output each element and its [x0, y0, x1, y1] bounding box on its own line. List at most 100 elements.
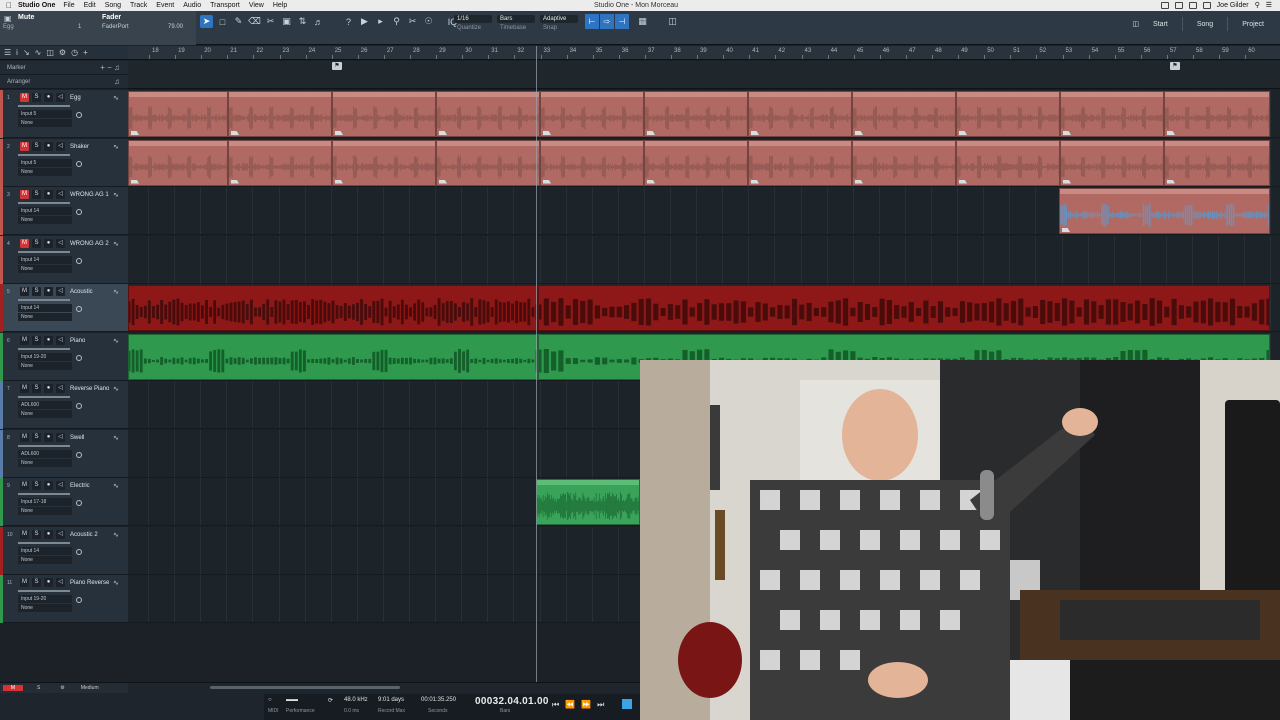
track-lane[interactable] — [128, 187, 1280, 235]
monitor-icon[interactable]: ◁ — [56, 238, 65, 248]
add-track-icon[interactable]: + — [83, 48, 88, 57]
quantize-select[interactable]: 1/16 Quantize — [454, 15, 492, 31]
audio-event[interactable] — [128, 285, 538, 331]
track-mute-button[interactable]: M — [20, 335, 29, 345]
listen-tool-icon[interactable]: ♬ — [312, 15, 325, 28]
track-output-select[interactable]: None — [18, 555, 72, 564]
project-button[interactable]: Project — [1242, 21, 1264, 28]
start-button[interactable]: Start — [1153, 21, 1168, 28]
layout-icon[interactable]: ▦ — [636, 15, 649, 28]
folder-icon[interactable]: ◫ — [46, 48, 54, 57]
audio-event[interactable] — [1060, 91, 1164, 137]
wifi-icon[interactable] — [1188, 1, 1197, 9]
volume-slider[interactable] — [18, 444, 70, 447]
track-input-select[interactable]: Input 5 — [18, 158, 72, 167]
audio-event[interactable] — [128, 333, 538, 380]
track-lane[interactable] — [128, 284, 1280, 332]
record-arm-icon[interactable]: ● — [44, 432, 53, 442]
zoom-tool-icon[interactable]: ⚲ — [390, 15, 403, 28]
return-to-zero-icon[interactable]: ⏮ — [552, 700, 559, 710]
audio-event[interactable] — [540, 139, 644, 186]
snap-events-icon[interactable]: ⇨ — [600, 14, 614, 29]
volume-slider[interactable] — [18, 153, 70, 156]
track-size-select[interactable]: Medium — [81, 685, 99, 691]
track-mute-button[interactable]: M — [20, 432, 29, 442]
track-header[interactable]: 7 M S ● ◁ Reverse Piano ∿ ADL600 None — [0, 381, 128, 429]
snap-cursor-icon[interactable]: ⊣ — [615, 14, 629, 29]
range-tool-icon[interactable]: □ — [216, 15, 229, 28]
track-output-select[interactable]: None — [18, 507, 72, 515]
fast-forward-icon[interactable]: ⏩ — [581, 700, 591, 710]
input-monitor-icon[interactable] — [76, 209, 82, 215]
audio-event[interactable] — [748, 91, 852, 137]
waveform-icon[interactable]: ∿ — [113, 240, 119, 248]
track-lane[interactable] — [128, 90, 1280, 138]
menu-song[interactable]: Song — [105, 2, 121, 9]
track-header[interactable]: 9 M S ● ◁ Electric ∿ Input 17-18 None — [0, 478, 128, 526]
status-icon[interactable] — [1160, 1, 1169, 9]
track-header[interactable]: 4 M S ● ◁ WRONG AG 2 ∿ Input 14 None — [0, 235, 128, 284]
track-input-select[interactable]: ADL600 — [18, 401, 72, 409]
audio-event[interactable] — [228, 139, 332, 186]
record-arm-icon[interactable]: ● — [44, 529, 53, 539]
user-name[interactable]: Joe Gilder — [1217, 2, 1249, 9]
track-output-select[interactable]: None — [18, 313, 72, 321]
monitor-icon[interactable]: ◁ — [56, 578, 65, 587]
record-arm-icon[interactable]: ● — [44, 287, 53, 296]
track-name[interactable]: Electric — [70, 483, 90, 489]
audio-event[interactable] — [956, 91, 1060, 137]
input-monitor-icon[interactable] — [76, 112, 82, 118]
menu-audio[interactable]: Audio — [183, 2, 201, 9]
waveform-icon[interactable]: ∿ — [113, 385, 119, 393]
record-arm-icon[interactable]: ● — [44, 384, 53, 393]
track-input-select[interactable]: Input 19-20 — [18, 352, 72, 361]
track-input-select[interactable]: ADL600 — [18, 449, 72, 458]
volume-slider[interactable] — [18, 250, 70, 253]
menu-track[interactable]: Track — [130, 2, 147, 9]
monitor-icon[interactable]: ◁ — [56, 481, 65, 490]
audio-event[interactable] — [436, 139, 540, 186]
track-name[interactable]: Acoustic 2 — [70, 532, 98, 538]
track-mute-button[interactable]: M — [20, 287, 29, 296]
global-mute-button[interactable]: M — [3, 685, 23, 691]
monitor-icon[interactable]: ◁ — [56, 432, 65, 442]
audio-event[interactable] — [540, 91, 644, 137]
marker-lane[interactable]: ⚑ ⚑ — [128, 61, 1280, 89]
track-input-select[interactable]: Input 17-18 — [18, 498, 72, 506]
mute-icon[interactable]: ▣ — [4, 14, 12, 23]
bars-display[interactable]: 00032.04.01.00 — [475, 696, 549, 707]
monitor-icon[interactable]: ◁ — [56, 529, 65, 539]
eraser-tool-icon[interactable]: ⌫ — [248, 15, 261, 28]
track-header[interactable]: 2 M S ● ◁ Shaker ∿ Input 5 None — [0, 138, 128, 187]
audio-event[interactable] — [332, 139, 436, 186]
track-input-select[interactable]: Input 19-20 — [18, 595, 72, 603]
apple-icon[interactable]:  — [0, 1, 18, 10]
track-name[interactable]: Reverse Piano — [70, 386, 109, 392]
track-lane[interactable] — [128, 138, 1280, 187]
arranger-icon[interactable]: ♫ — [114, 75, 120, 89]
monitor-icon[interactable]: ◁ — [56, 287, 65, 296]
track-output-select[interactable]: None — [18, 119, 72, 127]
audio-event[interactable] — [1059, 188, 1270, 234]
input-monitor-icon[interactable] — [76, 257, 82, 264]
list-icon[interactable]: ☰ — [4, 48, 11, 57]
search-icon[interactable]: ⚲ — [1255, 1, 1260, 9]
snap-select[interactable]: Adaptive Snap — [540, 15, 578, 31]
performance-meter[interactable]: ▬▬ — [286, 697, 298, 703]
waveform-icon[interactable]: ∿ — [113, 579, 119, 587]
end-icon[interactable]: ⏭ — [597, 700, 604, 710]
audio-event[interactable] — [956, 139, 1060, 186]
curve-icon[interactable]: ∿ — [35, 48, 42, 57]
menu-event[interactable]: Event — [156, 2, 174, 9]
menu-file[interactable]: File — [63, 2, 74, 9]
mute-tool-icon[interactable]: ▣ — [280, 15, 293, 28]
volume-slider[interactable] — [18, 202, 70, 204]
record-arm-icon[interactable]: ● — [44, 238, 53, 248]
track-output-select[interactable]: None — [18, 410, 72, 418]
menu-transport[interactable]: Transport — [210, 2, 240, 9]
marker-flag-icon[interactable]: ⚑ — [332, 62, 342, 70]
track-name[interactable]: Acoustic — [70, 289, 93, 295]
arranger-track-header[interactable]: Arranger ♫ — [0, 75, 128, 89]
audio-event[interactable] — [852, 91, 956, 137]
menu-edit[interactable]: Edit — [84, 2, 96, 9]
